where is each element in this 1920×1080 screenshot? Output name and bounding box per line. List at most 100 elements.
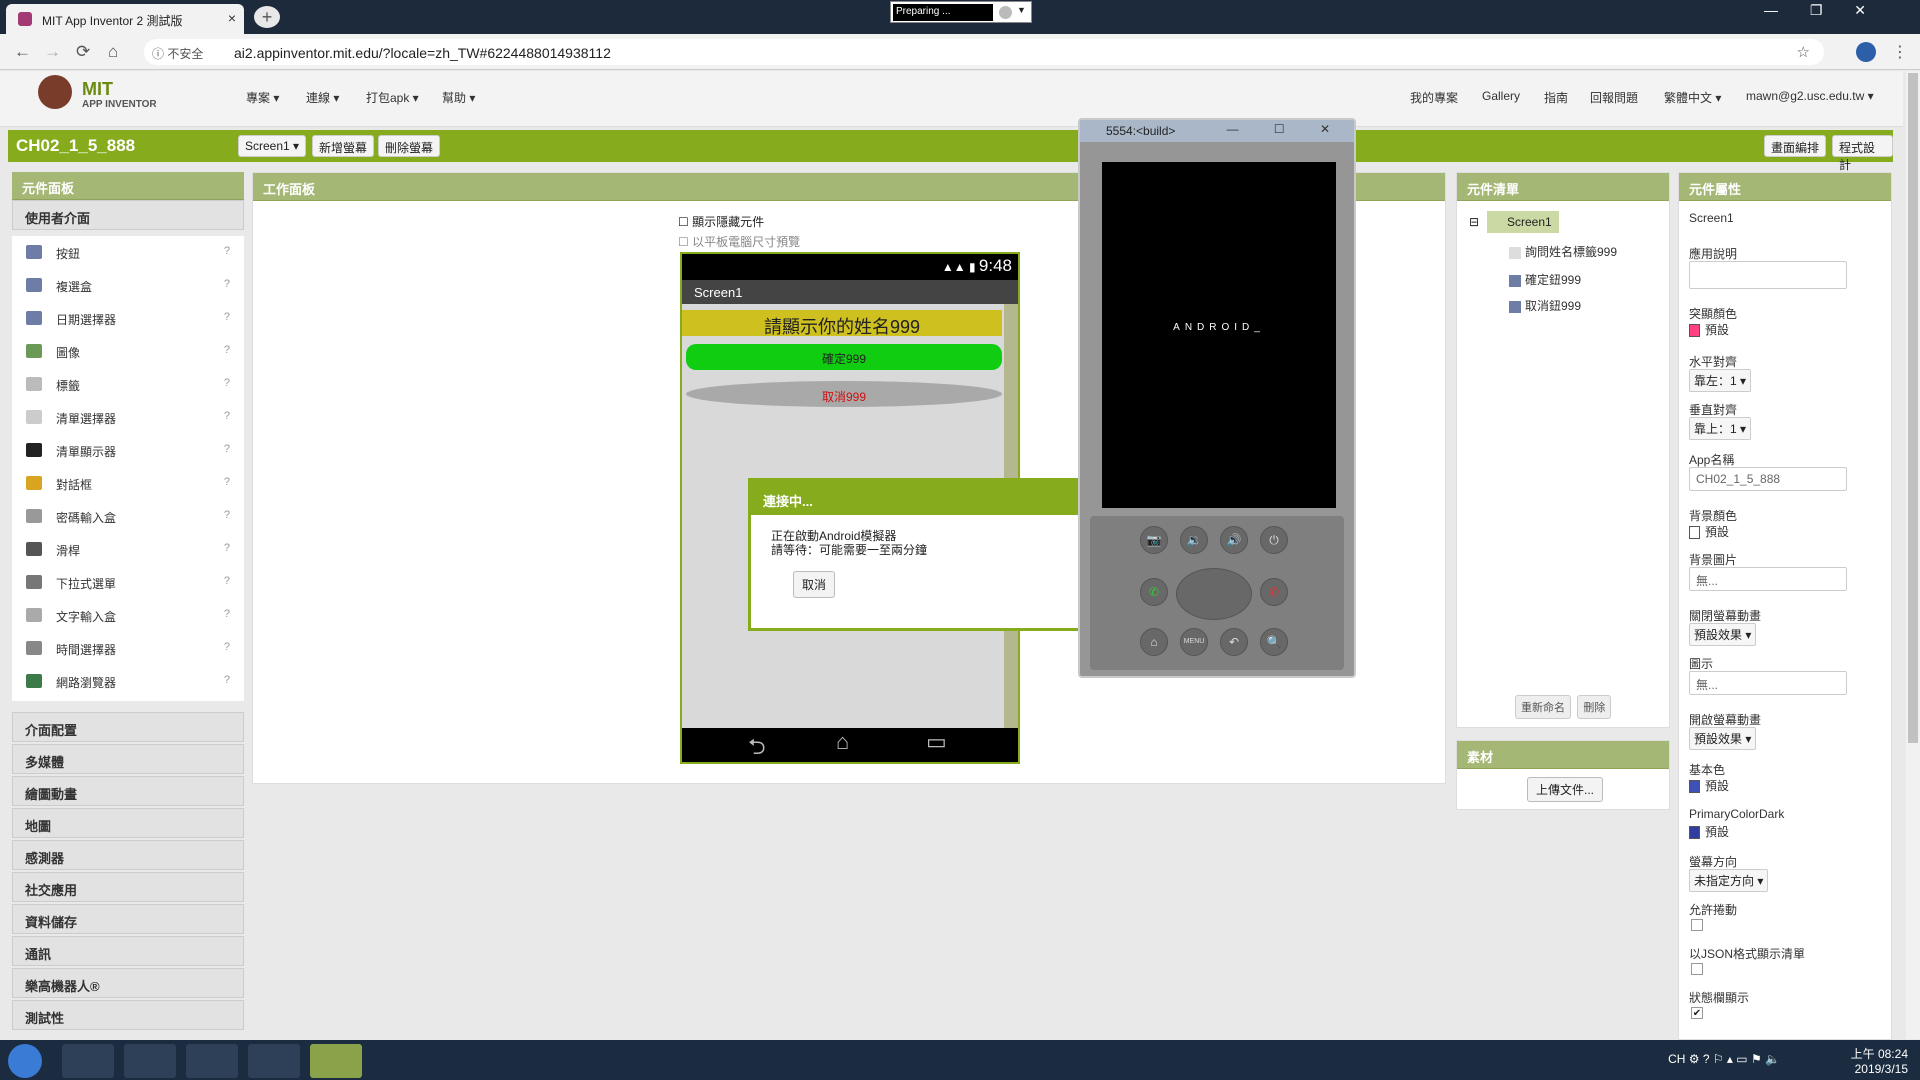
help-icon[interactable]: ?: [224, 476, 230, 488]
orientation-select[interactable]: 未指定方向 ▾: [1689, 869, 1769, 892]
emulator-window[interactable]: 5554:<build> — ☐ ✕ ANDROID_ 📷 🔉 🔊 ⏻ ✆ ✆ …: [1078, 118, 1356, 678]
home-icon[interactable]: ⌂: [108, 42, 118, 62]
home-icon[interactable]: ⌂: [1140, 628, 1168, 656]
help-icon[interactable]: ?: [224, 542, 230, 554]
app-inventor-logo-icon[interactable]: [38, 75, 72, 109]
camera-icon[interactable]: 📷: [1140, 526, 1168, 554]
palette-section-media[interactable]: 多媒體: [12, 744, 244, 774]
palette-item-button[interactable]: 按鈕?: [12, 236, 244, 269]
background-color-picker[interactable]: 預設: [1689, 523, 1729, 540]
window-controls[interactable]: — ❐ ✕: [1764, 2, 1880, 19]
component-name-label[interactable]: 詢問姓名標籤999: [1509, 243, 1617, 260]
align-vertical-select[interactable]: 靠上：1 ▾: [1689, 417, 1752, 440]
language-select[interactable]: 繁體中文 ▾: [1664, 89, 1721, 106]
background-image-input[interactable]: 無...: [1689, 567, 1847, 591]
open-animation-select[interactable]: 預設效果 ▾: [1689, 727, 1757, 750]
reload-icon[interactable]: ⟳: [76, 42, 90, 62]
internet-explorer-icon[interactable]: [124, 1044, 176, 1078]
call-icon[interactable]: ✆: [1140, 578, 1168, 606]
link-guide[interactable]: 指南: [1544, 89, 1568, 106]
volume-up-icon[interactable]: 🔊: [1220, 526, 1248, 554]
chrome-icon[interactable]: [186, 1044, 238, 1078]
json-lists-checkbox[interactable]: [1691, 963, 1703, 975]
help-icon[interactable]: ?: [224, 641, 230, 653]
dropdown-icon[interactable]: ▼: [1017, 5, 1026, 15]
menu-icon[interactable]: MENU: [1180, 628, 1208, 656]
volume-down-icon[interactable]: 🔉: [1180, 526, 1208, 554]
help-icon[interactable]: ?: [224, 377, 230, 389]
component-cancel-button[interactable]: 取消鈕999: [1509, 297, 1581, 314]
link-report[interactable]: 回報問題: [1590, 89, 1638, 106]
screen-select[interactable]: Screen1 ▾: [238, 135, 307, 157]
palette-section-user-interface[interactable]: 使用者介面: [12, 200, 244, 230]
help-icon[interactable]: ?: [224, 278, 230, 290]
emulator-window-controls[interactable]: — ☐ ✕: [1227, 122, 1346, 136]
about-screen-input[interactable]: [1689, 261, 1847, 289]
help-icon[interactable]: ?: [224, 311, 230, 323]
cancel-button[interactable]: 取消999: [686, 381, 1002, 407]
android-emulator-icon[interactable]: [310, 1044, 362, 1078]
palette-item-timepicker[interactable]: 時間選擇器?: [12, 632, 244, 665]
show-hidden-checkbox[interactable]: ☐ 顯示隱藏元件: [678, 213, 764, 230]
link-gallery[interactable]: Gallery: [1482, 89, 1520, 103]
emulator-screen[interactable]: ANDROID_: [1102, 162, 1336, 508]
app-name-input[interactable]: CH02_1_5_888: [1689, 467, 1847, 491]
file-explorer-icon[interactable]: [62, 1044, 114, 1078]
menu-help[interactable]: 幫助 ▾: [442, 89, 475, 106]
help-icon[interactable]: ?: [224, 575, 230, 587]
collapse-icon[interactable]: ⊟: [1469, 215, 1479, 229]
help-icon[interactable]: ?: [224, 344, 230, 356]
browser-menu-icon[interactable]: ⋮: [1892, 42, 1908, 62]
end-call-icon[interactable]: ✆: [1260, 578, 1288, 606]
account-menu[interactable]: mawn@g2.usc.edu.tw ▾: [1746, 89, 1874, 103]
menu-project[interactable]: 專案 ▾: [246, 89, 279, 106]
palette-item-notifier[interactable]: 對話框?: [12, 467, 244, 500]
clock-time[interactable]: 上午 08:24: [1851, 1045, 1908, 1062]
close-animation-select[interactable]: 預設效果 ▾: [1689, 623, 1757, 646]
palette-item-webviewer[interactable]: 網路瀏覽器?: [12, 665, 244, 701]
primary-dark-picker[interactable]: 預設: [1689, 823, 1729, 840]
palette-item-spinner[interactable]: 下拉式選單?: [12, 566, 244, 599]
delete-button[interactable]: 刪除: [1577, 695, 1612, 719]
help-icon[interactable]: ?: [224, 608, 230, 620]
back-icon[interactable]: ←: [14, 42, 31, 62]
accent-color-picker[interactable]: 預設: [1689, 321, 1729, 338]
palette-item-checkbox[interactable]: 複選盒?: [12, 269, 244, 302]
palette-section-lego[interactable]: 樂高機器人®: [12, 968, 244, 998]
url-text[interactable]: ai2.appinventor.mit.edu/?locale=zh_TW#62…: [234, 45, 611, 61]
palette-item-slider[interactable]: 滑桿?: [12, 533, 244, 566]
tablet-preview-checkbox[interactable]: ☐ 以平板電腦尺寸預覽: [678, 233, 800, 250]
rename-button[interactable]: 重新命名: [1515, 695, 1571, 719]
blocks-button[interactable]: 程式設計: [1832, 135, 1893, 172]
dialog-cancel-button[interactable]: 取消: [793, 571, 836, 598]
remove-screen-button[interactable]: 刪除螢幕: [378, 135, 441, 157]
menu-build[interactable]: 打包apk ▾: [366, 89, 419, 106]
show-status-bar-checkbox[interactable]: ✔: [1691, 1007, 1703, 1019]
align-horizontal-select[interactable]: 靠左：1 ▾: [1689, 369, 1752, 392]
tab-close-icon[interactable]: ×: [228, 10, 236, 26]
icon-input[interactable]: 無...: [1689, 671, 1847, 695]
palette-item-label[interactable]: 標籤?: [12, 368, 244, 401]
help-icon[interactable]: ?: [224, 674, 230, 686]
page-scrollbar-thumb[interactable]: [1908, 73, 1918, 743]
primary-color-picker[interactable]: 預設: [1689, 777, 1729, 794]
palette-item-listpicker[interactable]: 清單選擇器?: [12, 401, 244, 434]
phone-screen-title[interactable]: Screen1: [682, 280, 1018, 304]
upload-file-button[interactable]: 上傳文件...: [1527, 777, 1604, 802]
back-icon[interactable]: ↶: [1220, 628, 1248, 656]
link-my-projects[interactable]: 我的專案: [1410, 89, 1458, 106]
power-icon[interactable]: ⏻: [1260, 526, 1288, 554]
component-ok-button[interactable]: 確定鈕999: [1509, 271, 1581, 288]
palette-section-experimental[interactable]: 測試性: [12, 1000, 244, 1030]
help-icon[interactable]: ?: [224, 443, 230, 455]
palette-section-layout[interactable]: 介面配置: [12, 712, 244, 742]
name-label[interactable]: 請顯示你的姓名999: [682, 310, 1002, 337]
scrollable-checkbox[interactable]: [1691, 919, 1703, 931]
add-screen-button[interactable]: 新增螢幕: [312, 135, 375, 157]
page-scrollbar[interactable]: [1906, 71, 1920, 1039]
ok-button[interactable]: 確定999: [686, 344, 1002, 370]
security-indicator[interactable]: ⓘ 不安全: [152, 45, 203, 62]
palette-section-sensors[interactable]: 感測器: [12, 840, 244, 870]
new-tab-button[interactable]: +: [254, 6, 280, 28]
help-icon[interactable]: ?: [224, 509, 230, 521]
